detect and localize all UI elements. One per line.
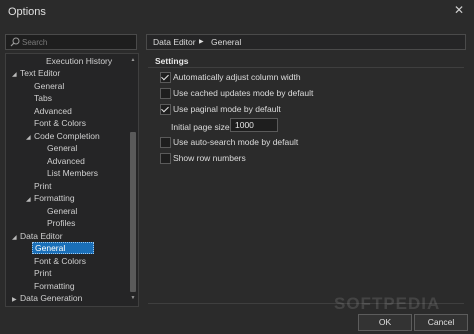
tree-item-label: Formatting [34, 193, 75, 203]
tree-item[interactable]: General [47, 142, 77, 154]
tree-item-label: Data Generation [20, 293, 83, 303]
tree-item-label: General [47, 143, 78, 153]
tree-item-label: General [47, 206, 78, 216]
checkbox-checked[interactable] [160, 104, 171, 115]
section-divider [148, 67, 464, 68]
collapse-arrow-icon[interactable]: ◢ [12, 69, 20, 81]
tree-item-formatting[interactable]: ◢ Formatting [26, 192, 75, 204]
options-tree[interactable]: Execution History ◢ Text Editor General T… [5, 53, 139, 307]
page-size-field[interactable] [230, 118, 278, 132]
tree-item[interactable]: General [34, 80, 64, 92]
breadcrumb: Data Editor ▶ General [146, 34, 466, 50]
tree-item-code-completion[interactable]: ◢ Code Completion [26, 130, 100, 142]
tree-item-label: Advanced [47, 156, 85, 166]
tree-item-label: Print [34, 268, 52, 278]
window-title: Options [8, 6, 46, 18]
tree-item[interactable]: List Members [47, 167, 98, 179]
tree-item-label: Code Completion [34, 131, 100, 141]
tree-item-text-editor[interactable]: ◢ Text Editor [12, 67, 60, 79]
tree-scrollbar[interactable]: ▲ ▼ [129, 56, 137, 302]
tree-item-label: Text Editor [20, 68, 61, 78]
breadcrumb-separator-icon: ▶ [199, 39, 204, 45]
tree-item-label: Formatting [34, 281, 75, 291]
tree-item[interactable]: Tabs [34, 92, 52, 104]
tree-item[interactable]: Print [34, 180, 51, 192]
tree-item[interactable]: Font & Colors [34, 255, 86, 267]
tree-item-label: General [32, 242, 95, 254]
tree-item-label: Tabs [34, 93, 52, 103]
tree-item-label: General [34, 81, 65, 91]
tree-item[interactable]: Print [34, 267, 51, 279]
collapse-arrow-icon[interactable]: ◢ [26, 132, 34, 144]
search-icon [10, 37, 20, 47]
breadcrumb-root[interactable]: Data Editor [153, 35, 196, 49]
collapse-arrow-icon[interactable]: ◢ [26, 194, 34, 206]
tree-item-label: List Members [47, 168, 99, 178]
option-label: Use cached updates mode by default [173, 88, 314, 98]
expand-arrow-icon[interactable]: ▶ [12, 294, 20, 306]
tree-item-selected[interactable]: General [32, 242, 95, 254]
tree-item[interactable]: Formatting [34, 280, 75, 292]
scroll-thumb[interactable] [130, 132, 136, 292]
tree-item-label: Profiles [47, 218, 76, 228]
tree-item-label: Font & Colors [34, 256, 86, 266]
search-input[interactable] [22, 35, 132, 49]
tree-item-data-editor[interactable]: ◢ Data Editor [12, 230, 63, 242]
scroll-up-icon[interactable]: ▲ [129, 56, 137, 64]
checkbox-unchecked[interactable] [160, 137, 171, 148]
tree-item-label: Execution History [46, 56, 113, 66]
collapse-arrow-icon[interactable]: ◢ [12, 232, 20, 244]
tree-item[interactable]: Advanced [47, 155, 85, 167]
breadcrumb-current: General [211, 37, 242, 47]
scroll-down-icon[interactable]: ▼ [129, 294, 137, 302]
ok-button[interactable]: OK [358, 314, 412, 331]
checkbox-unchecked[interactable] [160, 153, 171, 164]
tree-item[interactable]: Advanced [34, 105, 72, 117]
tree-item-label: Print [34, 181, 52, 191]
tree-item-label: Advanced [34, 106, 72, 116]
checkbox-unchecked[interactable] [160, 88, 171, 99]
watermark: SOFTPEDIA [334, 294, 441, 313]
close-icon[interactable]: ✕ [452, 3, 466, 17]
option-label: Use paginal mode by default [173, 104, 281, 114]
option-label: Use auto-search mode by default [173, 137, 299, 147]
tree-item-label: Data Editor [20, 231, 63, 241]
cancel-button[interactable]: Cancel [414, 314, 468, 331]
tree-item[interactable]: Profiles [47, 217, 75, 229]
option-label: Automatically adjust column width [173, 72, 301, 82]
settings-heading: Settings [155, 56, 189, 66]
tree-item[interactable]: Font & Colors [34, 117, 86, 129]
tree-item-data-generation[interactable]: ▶ Data Generation [12, 292, 82, 304]
page-size-label: Initial page size: [171, 122, 232, 132]
checkbox-checked[interactable] [160, 72, 171, 83]
tree-item-label: Font & Colors [34, 118, 86, 128]
search-box[interactable] [5, 34, 137, 50]
option-label: Show row numbers [173, 153, 246, 163]
tree-item[interactable]: Execution History [6, 55, 112, 67]
tree-item[interactable]: General [47, 205, 77, 217]
